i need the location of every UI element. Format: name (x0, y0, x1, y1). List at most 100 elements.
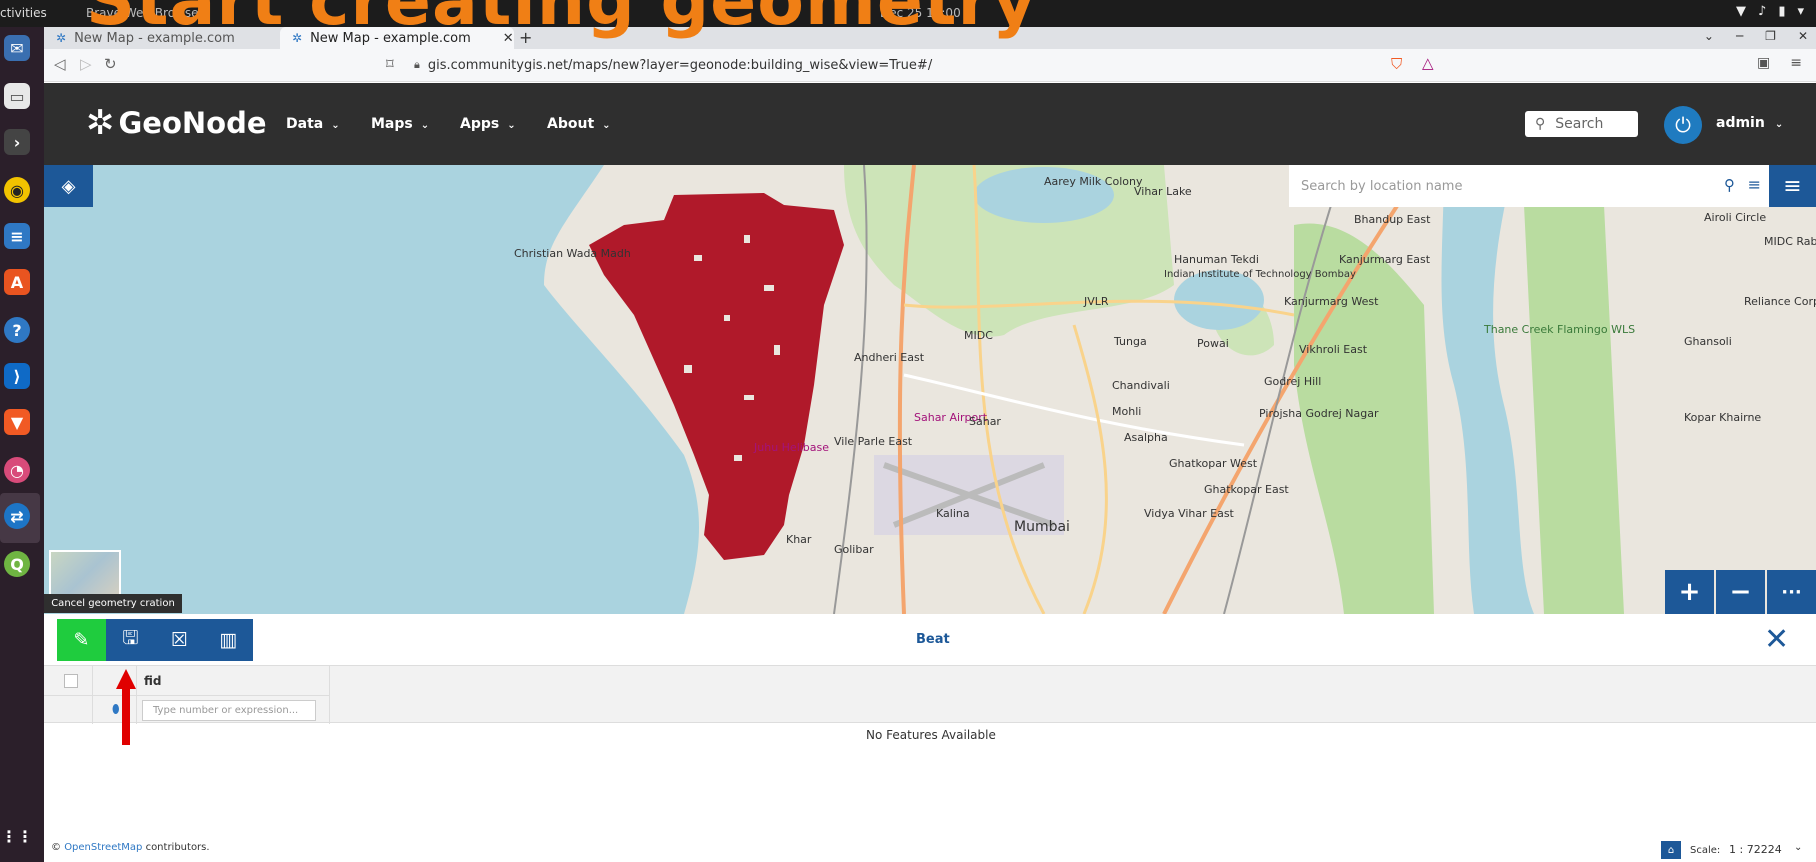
system-tray[interactable]: ▼ ♪ ▮ ▾ (1736, 4, 1804, 19)
brave-rewards-icon[interactable]: △ (1422, 54, 1434, 72)
map-label: Andheri East (854, 351, 925, 364)
software-icon[interactable]: A (4, 269, 30, 295)
qgis-icon[interactable]: Q (4, 551, 30, 577)
geonode-favicon-icon: ✲ (56, 31, 67, 45)
tab-search-icon[interactable]: ⌄ (1704, 29, 1714, 43)
help-icon[interactable]: ? (4, 317, 30, 343)
bookmark-icon[interactable]: ⌑ (386, 55, 394, 73)
scale-select[interactable]: 1 : 72224 (1729, 843, 1782, 856)
map-label: Ghatkopar East (1204, 483, 1289, 496)
scale-label: Scale: (1690, 845, 1721, 856)
geonode-search-input[interactable]: ⚲ Search (1525, 111, 1638, 137)
fid-filter-input[interactable]: Type number or expression... (142, 700, 316, 721)
chevron-down-icon: ⌄ (507, 120, 516, 131)
map-label: Hanuman Tekdi (1174, 253, 1259, 266)
map-label: Vidya Vihar East (1144, 507, 1234, 520)
map-label: Mumbai (1014, 519, 1070, 535)
map-footer: © OpenStreetMap contributors. ⌂ Scale: 1… (44, 836, 1816, 862)
chevron-down-icon: ▾ (1797, 4, 1804, 19)
menu-about[interactable]: About ⌄ (547, 116, 611, 132)
openstreetmap-link[interactable]: OpenStreetMap (64, 842, 142, 853)
search-options-icon[interactable]: ≡ (1748, 175, 1761, 194)
save-icon: 🖫︎ (122, 627, 139, 649)
address-bar[interactable]: 🔒︎ gis.communitygis.net/maps/new?layer=g… (414, 53, 1494, 77)
scale-lock-icon[interactable]: ⌂ (1661, 841, 1681, 859)
map-sync-icon: ▥ (219, 629, 238, 651)
app-grid-icon[interactable]: ⋮⋮ (1, 823, 33, 849)
close-icon: ✕ (1764, 622, 1790, 657)
close-box-icon: ☒ (170, 629, 189, 651)
pencil-plus-icon: ✎ (73, 629, 90, 651)
map-label: Chandivali (1112, 379, 1170, 392)
close-window-icon[interactable]: ✕ (1798, 29, 1808, 43)
battery-icon: ▮ (1778, 4, 1786, 19)
map-label: Reliance Corporate Park (1744, 295, 1816, 308)
chevron-down-icon: ⌄ (602, 120, 611, 131)
lock-icon: 🔒︎ (414, 58, 420, 71)
map-label: Asalpha (1124, 431, 1168, 444)
tooltip: Cancel geometry cration (44, 594, 182, 613)
cancel-geometry-button[interactable]: ✎ (57, 619, 106, 661)
map-label: Aarey Milk Colony (1044, 175, 1143, 188)
activities-button[interactable]: ctivities (0, 6, 47, 20)
row-divider (44, 695, 329, 696)
map-label: Indian Institute of Technology Bombay (1164, 269, 1356, 280)
brave-icon[interactable]: ▼ (4, 409, 30, 435)
column-header-fid[interactable]: fid (144, 674, 161, 688)
map-label: MIDC Rabale (1764, 235, 1816, 248)
rhythmbox-icon[interactable]: ◉ (4, 177, 30, 203)
menu-apps[interactable]: Apps ⌄ (460, 116, 516, 132)
select-all-checkbox[interactable] (64, 674, 78, 688)
user-menu[interactable]: admin ⌄ (1716, 115, 1783, 131)
empty-message: No Features Available (866, 728, 996, 742)
menu-data[interactable]: Data ⌄ (286, 116, 340, 132)
avatar[interactable]: ⏻ (1664, 106, 1702, 144)
search-icon[interactable]: ⚲ (1724, 176, 1735, 194)
cancel-edit-button[interactable]: ☒ (155, 619, 204, 661)
layer-title: Beat (916, 632, 950, 647)
window-controls: ⌄ ─ ❐ ✕ (1704, 29, 1808, 43)
save-button[interactable]: 🖫︎ (106, 619, 155, 661)
power-icon: ⏻ (1675, 113, 1691, 137)
brand-name: GeoNode (118, 106, 267, 140)
close-panel-button[interactable]: ✕ (1764, 622, 1789, 657)
toolbar-right: ▣ ≡ (1757, 55, 1802, 71)
menu-icon[interactable]: ≡ (1790, 55, 1802, 71)
chevron-down-icon: ⌄ (331, 120, 340, 131)
wallet-icon[interactable]: ▣ (1757, 55, 1770, 71)
map-menu-button[interactable]: ≡ (1769, 165, 1816, 207)
files-icon[interactable]: ▭ (4, 83, 30, 109)
geonode-logo[interactable]: ✲ GeoNode (86, 103, 267, 143)
navigation-bar: ◁ ▷ ↻ ⌑ 🔒︎ gis.communitygis.net/maps/new… (44, 49, 1816, 82)
minimize-icon[interactable]: ─ (1736, 29, 1743, 43)
reload-icon[interactable]: ↻ (104, 55, 117, 73)
brave-shield-icon[interactable]: ⛉ (1391, 55, 1402, 73)
map-label: Christian Wada Madh (514, 247, 631, 260)
thunderbird-icon[interactable]: ✉ (4, 35, 30, 61)
restore-icon[interactable]: ❐ (1765, 29, 1776, 43)
map-label: Kanjurmarg East (1339, 253, 1431, 266)
zoom-in-button[interactable]: + (1665, 570, 1714, 614)
more-tools-button[interactable]: ··· (1767, 570, 1816, 614)
vscode-icon[interactable]: ⟩ (4, 363, 30, 389)
writer-icon[interactable]: ≡ (4, 223, 30, 249)
zoom-out-button[interactable]: − (1716, 570, 1765, 614)
chart-app-icon[interactable]: ◔ (4, 457, 30, 483)
location-search-input[interactable]: Search by location name ⚲ ≡ (1289, 165, 1769, 207)
map-label: JVLR (1084, 295, 1109, 308)
map-label: Kalina (936, 507, 970, 520)
terminal-icon[interactable]: › (4, 129, 30, 155)
forward-icon[interactable]: ▷ (80, 55, 92, 73)
map-label: Kanjurmarg West (1284, 295, 1379, 308)
sync-map-button[interactable]: ▥ (204, 619, 253, 661)
map-canvas[interactable]: Aarey Milk Colony Vihar Lake Bhandup Eas… (44, 165, 1816, 614)
remote-desktop-icon[interactable]: ⇄ (4, 503, 30, 529)
menu-maps[interactable]: Maps ⌄ (371, 116, 429, 132)
back-icon[interactable]: ◁ (54, 55, 66, 73)
geonode-logo-icon: ✲ (86, 103, 115, 143)
hamburger-icon: ≡ (1783, 173, 1802, 199)
map-label: Kopar Khairne (1684, 411, 1762, 424)
layers-button[interactable]: ◈ (44, 165, 93, 207)
red-arrow-annotation (116, 669, 136, 745)
chevron-down-icon[interactable]: ⌄ (1794, 842, 1802, 853)
